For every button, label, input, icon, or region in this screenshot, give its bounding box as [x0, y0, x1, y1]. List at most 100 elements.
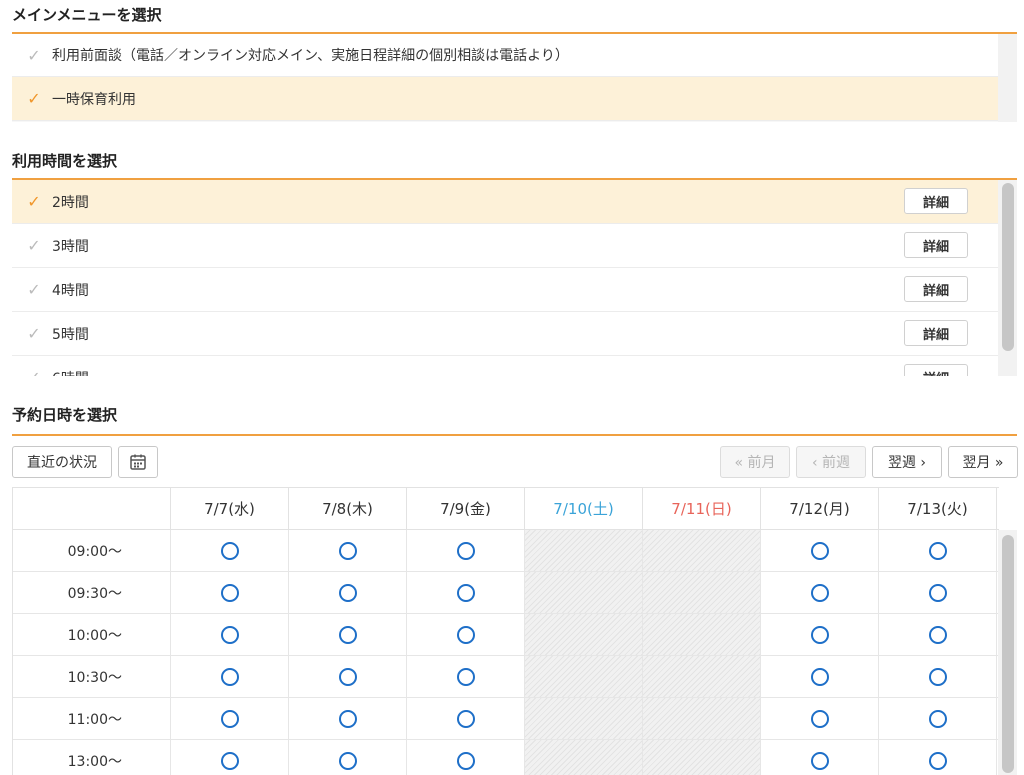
available-circle-icon: [338, 751, 357, 770]
time-slot-row: 09:30～: [13, 572, 999, 614]
day-header: 7/8(木): [289, 488, 407, 529]
day-header: 7/10(土): [525, 488, 643, 529]
menu-scrollbar[interactable]: [998, 34, 1017, 122]
menu-list: ✓ 利用前面談（電話／オンライン対応メイン、実施日程詳細の個別相談は電話より） …: [12, 34, 1017, 122]
closed-slot-cell: [643, 698, 761, 739]
available-slot-cell[interactable]: [171, 572, 289, 613]
available-circle-icon: [456, 625, 475, 644]
closed-slot-cell: [525, 698, 643, 739]
available-slot-cell[interactable]: [407, 530, 525, 571]
time-label: 10:30～: [13, 656, 171, 697]
detail-button[interactable]: 詳細: [904, 188, 968, 214]
available-slot-cell[interactable]: [879, 530, 997, 571]
available-circle-icon: [810, 625, 829, 644]
available-circle-icon: [928, 583, 947, 602]
available-circle-icon: [456, 541, 475, 560]
calendar-corner-cell: [13, 488, 171, 529]
available-circle-icon: [220, 709, 239, 728]
available-circle-icon: [928, 709, 947, 728]
available-slot-cell[interactable]: [761, 614, 879, 655]
available-slot-cell[interactable]: [879, 614, 997, 655]
calendar-body: 09:00～ 09:30～ 10:00～ 10:30～ 11:00～ 13:00～: [13, 530, 999, 775]
detail-button[interactable]: 詳細: [904, 232, 968, 258]
available-slot-cell[interactable]: [761, 656, 879, 697]
available-slot-cell[interactable]: [289, 740, 407, 775]
menu-item-consultation[interactable]: ✓ 利用前面談（電話／オンライン対応メイン、実施日程詳細の個別相談は電話より）: [12, 34, 998, 77]
menu-item-label: 利用前面談（電話／オンライン対応メイン、実施日程詳細の個別相談は電話より）: [52, 48, 569, 64]
schedule-calendar: 7/7(水) 7/8(木) 7/9(金) 7/10(土) 7/11(日) 7/12(月) 7…: [12, 487, 1017, 775]
prev-week-button[interactable]: ‹ 前週: [796, 446, 866, 478]
available-slot-cell[interactable]: [407, 656, 525, 697]
duration-item-4h[interactable]: ✓ 4時間 詳細: [12, 268, 998, 312]
time-slot-row: 10:30～: [13, 656, 999, 698]
day-header: 7/13(火): [879, 488, 997, 529]
check-icon: ✓: [27, 89, 41, 108]
calendar-scrollbar[interactable]: [998, 530, 1017, 775]
available-slot-cell[interactable]: [289, 530, 407, 571]
closed-slot-cell: [643, 656, 761, 697]
available-circle-icon: [928, 667, 947, 686]
closed-slot-cell: [643, 614, 761, 655]
next-week-button[interactable]: 翌週 ›: [872, 446, 942, 478]
check-icon: ✓: [27, 280, 41, 299]
schedule-section-title: 予約日時を選択: [12, 406, 118, 424]
available-slot-cell[interactable]: [407, 572, 525, 613]
available-slot-cell[interactable]: [407, 740, 525, 775]
check-icon: ✓: [27, 324, 41, 343]
duration-item-6h[interactable]: ✓ 6時間 詳細: [12, 356, 998, 376]
time-slot-row: 11:00～: [13, 698, 999, 740]
available-circle-icon: [456, 751, 475, 770]
time-slot-row: 10:00～: [13, 614, 999, 656]
closed-slot-cell: [525, 740, 643, 775]
available-slot-cell[interactable]: [761, 530, 879, 571]
detail-button[interactable]: 詳細: [904, 364, 968, 376]
available-slot-cell[interactable]: [761, 572, 879, 613]
duration-section-title: 利用時間を選択: [12, 152, 118, 170]
available-circle-icon: [810, 751, 829, 770]
available-slot-cell[interactable]: [761, 698, 879, 739]
next-month-button[interactable]: 翌月 »: [948, 446, 1018, 478]
duration-item-label: 5時間: [52, 326, 89, 343]
available-circle-icon: [220, 751, 239, 770]
available-slot-cell[interactable]: [879, 740, 997, 775]
detail-button[interactable]: 詳細: [904, 276, 968, 302]
available-slot-cell[interactable]: [289, 614, 407, 655]
available-circle-icon: [928, 625, 947, 644]
available-slot-cell[interactable]: [171, 656, 289, 697]
available-slot-cell[interactable]: [171, 698, 289, 739]
check-icon: ✓: [27, 192, 41, 211]
calendar-scroll-thumb[interactable]: [1002, 535, 1014, 773]
available-slot-cell[interactable]: [407, 614, 525, 655]
day-header: 7/9(金): [407, 488, 525, 529]
duration-item-3h[interactable]: ✓ 3時間 詳細: [12, 224, 998, 268]
day-header: 7/7(水): [171, 488, 289, 529]
available-slot-cell[interactable]: [289, 698, 407, 739]
recent-status-button[interactable]: 直近の状況: [12, 446, 112, 478]
duration-scrollbar[interactable]: [998, 180, 1017, 376]
available-slot-cell[interactable]: [289, 572, 407, 613]
menu-item-temporary-care[interactable]: ✓ 一時保育利用: [12, 77, 998, 121]
duration-item-5h[interactable]: ✓ 5時間 詳細: [12, 312, 998, 356]
calendar-button[interactable]: [118, 446, 158, 478]
available-slot-cell[interactable]: [171, 614, 289, 655]
available-circle-icon: [338, 583, 357, 602]
closed-slot-cell: [643, 740, 761, 775]
duration-item-label: 4時間: [52, 282, 89, 299]
available-slot-cell[interactable]: [879, 698, 997, 739]
available-circle-icon: [810, 667, 829, 686]
schedule-divider: [12, 434, 1017, 436]
available-circle-icon: [456, 583, 475, 602]
detail-button[interactable]: 詳細: [904, 320, 968, 346]
available-slot-cell[interactable]: [171, 740, 289, 775]
prev-month-button[interactable]: « 前月: [720, 446, 790, 478]
available-slot-cell[interactable]: [879, 572, 997, 613]
available-slot-cell[interactable]: [171, 530, 289, 571]
available-circle-icon: [220, 541, 239, 560]
available-slot-cell[interactable]: [761, 740, 879, 775]
duration-item-label: 2時間: [52, 194, 89, 211]
duration-scroll-thumb[interactable]: [1002, 183, 1014, 351]
available-slot-cell[interactable]: [879, 656, 997, 697]
available-slot-cell[interactable]: [407, 698, 525, 739]
available-slot-cell[interactable]: [289, 656, 407, 697]
duration-item-2h[interactable]: ✓ 2時間 詳細: [12, 180, 998, 224]
